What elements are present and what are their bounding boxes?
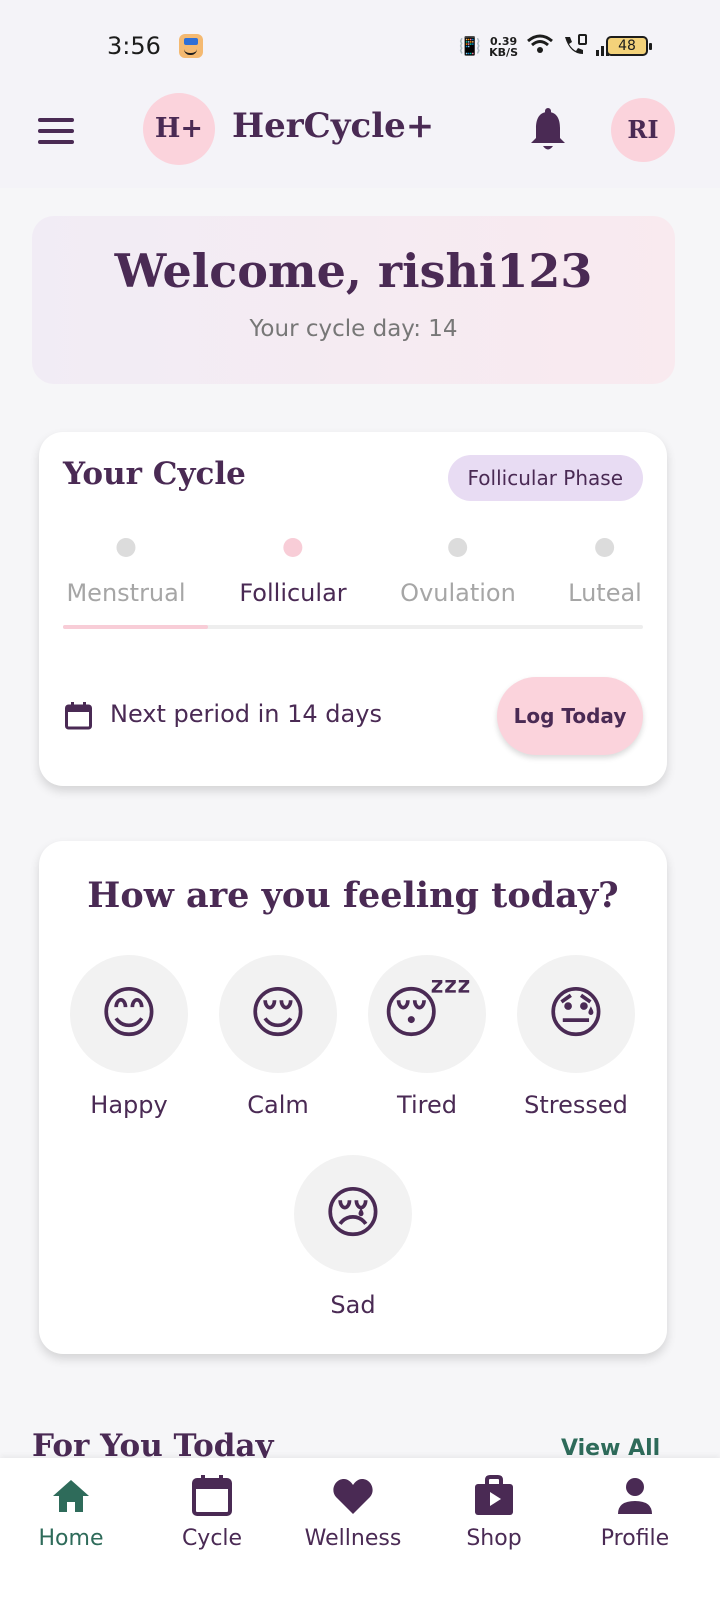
- nav-label: Shop: [466, 1526, 522, 1551]
- bottom-nav: Home Cycle Wellness Shop Profile: [0, 1458, 720, 1600]
- stressed-emoji-icon: 😓: [517, 955, 635, 1073]
- vibrate-icon: 📳: [458, 35, 482, 57]
- shop-bag-icon: [472, 1474, 516, 1518]
- cycle-progress-bar: [63, 625, 643, 629]
- phase-label: Follicular: [239, 579, 347, 607]
- nav-profile[interactable]: Profile: [575, 1474, 695, 1551]
- cycle-card-title: Your Cycle: [63, 456, 246, 492]
- network-speed-value: 0.39: [490, 34, 518, 48]
- nav-wellness[interactable]: Wellness: [293, 1474, 413, 1551]
- mood-card: How are you feeling today? 😊 Happy 😌 Cal…: [39, 841, 667, 1354]
- mood-label: Stressed: [524, 1091, 628, 1119]
- home-icon: [49, 1474, 93, 1518]
- menu-icon[interactable]: [38, 118, 74, 146]
- mood-sad[interactable]: 😢 Sad: [278, 1155, 428, 1319]
- calendar-icon: [65, 702, 92, 730]
- welcome-title: Welcome, rishi123: [114, 244, 593, 298]
- nav-home[interactable]: Home: [11, 1474, 131, 1551]
- phase-luteal: Luteal: [568, 538, 642, 607]
- bell-icon[interactable]: [530, 108, 566, 152]
- volte-call-icon: [562, 34, 588, 59]
- nav-label: Home: [38, 1526, 104, 1551]
- sad-emoji-icon: 😢: [294, 1155, 412, 1273]
- nav-label: Cycle: [181, 1526, 243, 1551]
- welcome-banner: Welcome, rishi123 Your cycle day: 14: [32, 216, 675, 384]
- phase-badge: Follicular Phase: [447, 455, 643, 501]
- amazon-notification-icon: [179, 34, 203, 58]
- cycle-card: Your Cycle Follicular Phase Menstrual Fo…: [39, 432, 667, 786]
- status-time: 3:56: [107, 32, 161, 60]
- status-bar: 3:56 📳 0.39 KB/S 48: [0, 0, 720, 90]
- app-logo: H+: [143, 93, 215, 165]
- nav-cycle[interactable]: Cycle: [152, 1474, 272, 1551]
- happy-emoji-icon: 😊: [70, 955, 188, 1073]
- avatar[interactable]: RI: [611, 98, 675, 162]
- nav-label: Wellness: [304, 1526, 402, 1551]
- phase-menstrual: Menstrual: [66, 538, 186, 607]
- phase-follicular: Follicular: [239, 538, 347, 607]
- cycle-progress-fill: [63, 625, 208, 629]
- app-title: HerCycle+: [232, 106, 435, 146]
- phase-dot: [448, 538, 468, 557]
- nav-label: Profile: [600, 1526, 670, 1551]
- mood-happy[interactable]: 😊 Happy: [54, 955, 204, 1119]
- mood-label: Happy: [90, 1091, 168, 1119]
- log-today-button[interactable]: Log Today: [497, 677, 643, 755]
- battery-icon: 48: [606, 36, 652, 56]
- app-bar: H+ HerCycle+ RI: [0, 90, 720, 188]
- mood-label: Calm: [247, 1091, 309, 1119]
- phase-dot: [283, 538, 303, 557]
- mood-calm[interactable]: 😌 Calm: [203, 955, 353, 1119]
- phase-label: Luteal: [568, 579, 642, 607]
- mood-stressed[interactable]: 😓 Stressed: [501, 955, 651, 1119]
- heart-icon: [331, 1474, 375, 1518]
- calendar-icon: [190, 1474, 234, 1518]
- cycle-day-text: Your cycle day: 14: [249, 316, 458, 342]
- mood-title: How are you feeling today?: [87, 875, 619, 916]
- next-period-text: Next period in 14 days: [110, 700, 382, 728]
- mood-tired[interactable]: 😴 Tired: [352, 955, 502, 1119]
- phase-dot: [116, 538, 136, 557]
- network-speed-unit: KB/S: [489, 45, 518, 59]
- calm-emoji-icon: 😌: [219, 955, 337, 1073]
- phase-tracker: Menstrual Follicular Ovulation Luteal: [39, 538, 667, 618]
- phase-label: Ovulation: [400, 579, 516, 607]
- phase-ovulation: Ovulation: [400, 538, 516, 607]
- nav-shop[interactable]: Shop: [434, 1474, 554, 1551]
- mood-label: Sad: [330, 1291, 376, 1319]
- phase-dot: [595, 538, 615, 557]
- wifi-icon: [526, 34, 554, 59]
- phase-label: Menstrual: [66, 579, 186, 607]
- mood-label: Tired: [397, 1091, 457, 1119]
- tired-emoji-icon: 😴: [368, 955, 486, 1073]
- person-icon: [613, 1474, 657, 1518]
- network-speed: 0.39 KB/S: [489, 36, 518, 58]
